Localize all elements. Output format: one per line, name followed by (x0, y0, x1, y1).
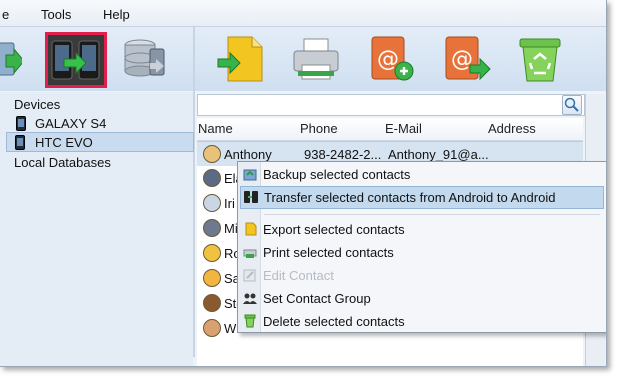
menu-item-export[interactable]: Export selected contacts (240, 219, 602, 240)
menu-item-delete[interactable]: Delete selected contacts (240, 311, 602, 332)
menu-bar: e Tools Help (0, 0, 606, 27)
group-icon (243, 293, 257, 304)
import-arrow-icon (0, 42, 25, 76)
avatar (203, 169, 221, 187)
app-window: e Tools Help @ @ Devices GALAXY S4 HTC E… (0, 0, 607, 367)
phone-transfer-icon (51, 40, 100, 80)
avatar (203, 145, 221, 163)
avatar (203, 294, 221, 312)
menu-tools[interactable]: Tools (41, 7, 71, 22)
menu-file[interactable]: e (2, 7, 9, 22)
menu-item-transfer[interactable]: Transfer selected contacts from Android … (240, 186, 604, 209)
printer-icon (293, 38, 339, 80)
context-menu: Backup selected contacts Transfer select… (237, 161, 606, 333)
tree-devices-label: Devices (14, 97, 61, 112)
device-tree: Devices GALAXY S4 HTC EVO Local Database… (0, 92, 194, 366)
avatar (203, 244, 221, 262)
delete-button[interactable] (514, 33, 566, 85)
printer-icon (243, 249, 257, 258)
backup-icon (243, 169, 257, 181)
tree-item-htc-evo[interactable]: HTC EVO (6, 132, 194, 152)
contact-name: Mi (224, 221, 238, 236)
column-header-address[interactable]: Address (488, 121, 536, 136)
menu-item-set-group[interactable]: Set Contact Group (240, 288, 602, 309)
import-button[interactable] (0, 33, 25, 85)
toolbar: @ @ (0, 27, 606, 91)
phone-icon (16, 116, 26, 131)
menu-help[interactable]: Help (103, 7, 130, 22)
menu-item-label: Set Contact Group (263, 291, 371, 306)
menu-item-label: Delete selected contacts (263, 314, 405, 329)
menu-item-print[interactable]: Print selected contacts (240, 242, 602, 263)
table-header: Name Phone E-Mail Address (197, 118, 583, 141)
database-icon (124, 39, 165, 77)
menu-item-edit-contact[interactable]: Edit Contact (240, 265, 602, 286)
column-header-name[interactable]: Name (198, 121, 233, 136)
column-header-phone[interactable]: Phone (300, 121, 338, 136)
menu-item-label: Transfer selected contacts from Android … (264, 190, 556, 205)
edit-icon (243, 269, 256, 282)
contact-name: Iri (224, 196, 235, 211)
menu-separator (264, 214, 600, 215)
tree-item-label: HTC EVO (35, 135, 93, 150)
tree-item-galaxy-s4[interactable]: GALAXY S4 (0, 114, 190, 132)
contact-email: Anthony_91@a... (388, 147, 488, 162)
avatar (203, 269, 221, 287)
menu-item-label: Backup selected contacts (263, 167, 411, 182)
menu-item-label: Edit Contact (263, 268, 334, 283)
search-button[interactable] (562, 95, 582, 115)
add-contact-book-icon: @ (371, 36, 414, 81)
tree-devices-header[interactable]: Devices (0, 95, 190, 113)
search-icon (564, 97, 579, 112)
tree-local-databases[interactable]: Local Databases (0, 153, 190, 171)
menu-item-label: Print selected contacts (263, 245, 394, 260)
import-document-icon (217, 36, 263, 82)
contact-phone: 938-2482-2... (304, 147, 382, 162)
delete-icon (244, 314, 256, 328)
avatar (203, 219, 221, 237)
avatar (203, 194, 221, 212)
avatar (203, 319, 221, 337)
contact-name: Anthony (224, 147, 272, 162)
export-contact-book-icon: @ (445, 36, 491, 81)
column-header-email[interactable]: E-Mail (385, 121, 422, 136)
print-button[interactable] (290, 33, 342, 85)
database-button[interactable] (120, 33, 172, 85)
phone-transfer-button[interactable] (45, 32, 107, 88)
tree-item-label: GALAXY S4 (35, 116, 107, 131)
export-icon (245, 222, 257, 236)
add-contact-book-button[interactable]: @ (364, 33, 416, 85)
menu-item-backup[interactable]: Backup selected contacts (240, 164, 602, 185)
recycle-bin-icon (519, 38, 561, 82)
search-input[interactable] (197, 94, 585, 116)
export-contact-book-button[interactable]: @ (440, 33, 492, 85)
phone-icon (15, 135, 25, 150)
tree-local-label: Local Databases (14, 155, 111, 170)
phone-transfer-icon (244, 191, 258, 203)
import-document-button[interactable] (216, 33, 268, 85)
menu-item-label: Export selected contacts (263, 222, 405, 237)
